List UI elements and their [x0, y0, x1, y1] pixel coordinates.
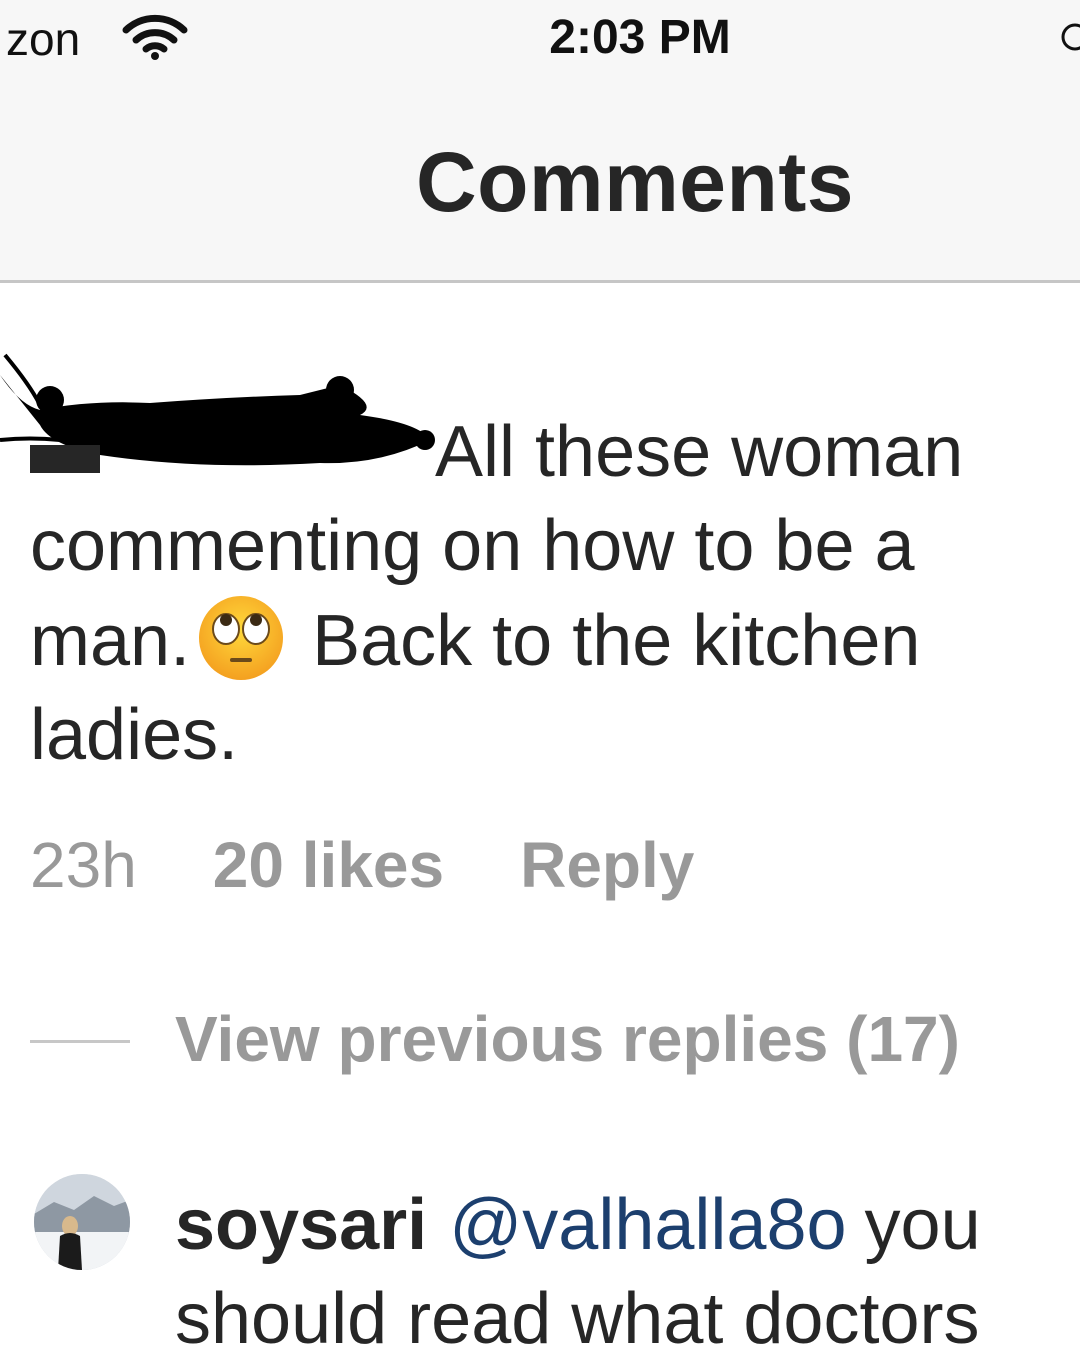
face-with-rolling-eyes-icon [199, 596, 284, 680]
comment-time: 23h [30, 829, 137, 901]
orientation-lock-icon [1061, 23, 1080, 51]
comment-line-3a: man. [30, 601, 191, 681]
comment-meta: 23h 20 likes Reply [30, 828, 770, 902]
avatar-photo [34, 1174, 130, 1270]
status-time: 2:03 PM [549, 11, 731, 64]
view-previous-replies[interactable]: View previous replies (17) [30, 1000, 1080, 1080]
page-title: Comments [415, 135, 855, 229]
reply-username[interactable]: soysari [175, 1185, 427, 1265]
reply-line-2: should read what doctors [175, 1279, 980, 1345]
likes-count[interactable]: 20 likes [213, 829, 444, 901]
nav-bar: Comments [0, 82, 1080, 283]
reply-comment: soysari @valhalla8o you should read what d… [175, 1178, 1080, 1345]
view-previous-replies-label[interactable]: View previous replies (17) [175, 1002, 960, 1076]
comment-text: All these woman commenting on how to be … [30, 405, 1070, 782]
comment-line-4: ladies. [30, 695, 239, 775]
status-bar: zon 2:03 PM [0, 0, 1080, 82]
comment-line-2: commenting on how to be a [30, 506, 915, 586]
comment-line-3b: Back to the kitchen [312, 601, 921, 681]
redacted-username[interactable] [30, 405, 435, 499]
replies-divider [30, 1040, 130, 1043]
avatar[interactable] [34, 1174, 130, 1270]
reply-line-1: you [864, 1185, 981, 1265]
mention-link[interactable]: @valhalla8o [449, 1185, 846, 1265]
comment-line-1: All these woman [435, 412, 964, 492]
reply-button[interactable]: Reply [520, 829, 694, 901]
